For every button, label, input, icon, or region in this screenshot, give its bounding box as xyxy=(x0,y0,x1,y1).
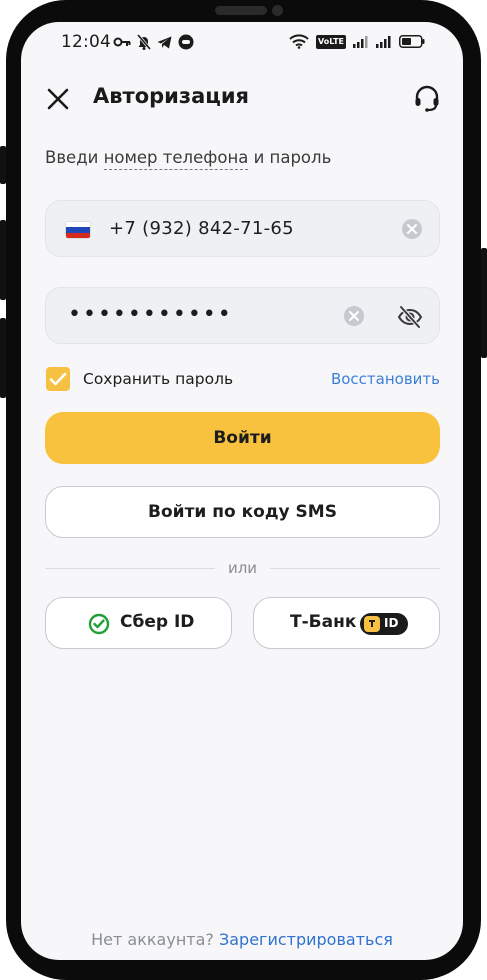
tbank-id-button[interactable]: Т-Банк ID xyxy=(253,597,440,649)
sber-id-label: Сбер ID xyxy=(120,612,195,632)
remember-checkbox[interactable] xyxy=(46,367,70,391)
password-input[interactable]: ••••••••••• xyxy=(45,287,440,344)
header-bar: Авторизация xyxy=(21,80,463,120)
key-icon xyxy=(113,37,131,47)
clear-phone-icon[interactable] xyxy=(402,219,422,239)
front-camera xyxy=(272,5,283,16)
instruction-suffix: и пароль xyxy=(248,148,332,167)
sber-logo-icon xyxy=(88,613,110,635)
status-time: 12:04 xyxy=(61,32,111,52)
eye-off-icon[interactable] xyxy=(397,304,423,330)
restore-password-link[interactable]: Восстановить xyxy=(331,370,440,388)
telegram-icon xyxy=(157,36,172,48)
or-divider: или xyxy=(45,558,440,578)
russia-flag-icon[interactable] xyxy=(66,222,90,238)
instruction-text: Введи номер телефона и пароль xyxy=(45,148,332,170)
tbank-label: Т-Банк xyxy=(290,612,357,632)
instruction-prefix: Введи xyxy=(45,148,104,167)
remember-row: Сохранить пароль Восстановить xyxy=(45,366,440,394)
headset-icon[interactable] xyxy=(413,84,441,114)
signal-icon xyxy=(353,36,368,48)
status-icons-right: VoLTE xyxy=(289,34,425,49)
signal-icon-2 xyxy=(376,36,391,48)
status-bar: 12:04 VoLTE xyxy=(21,22,463,64)
phone-hint-link[interactable]: номер телефона xyxy=(103,148,249,170)
no-account-text: Нет аккаунта? xyxy=(91,930,214,949)
volte-icon: VoLTE xyxy=(316,34,346,49)
side-button-left xyxy=(0,220,6,300)
page-title: Авторизация xyxy=(93,84,250,108)
side-button-left-2 xyxy=(0,318,6,398)
earpiece-speaker xyxy=(215,6,267,15)
close-icon[interactable] xyxy=(45,86,71,112)
bell-off-icon xyxy=(137,34,151,50)
clear-password-icon[interactable] xyxy=(344,306,364,326)
register-link[interactable]: Зарегистрироваться xyxy=(219,930,393,949)
tbank-id-badge: ID xyxy=(360,613,408,635)
chat-bubble-icon xyxy=(178,34,194,50)
sber-id-button[interactable]: Сбер ID xyxy=(45,597,232,649)
password-value[interactable]: ••••••••••• xyxy=(68,302,233,327)
remember-label[interactable]: Сохранить пароль xyxy=(83,370,233,388)
side-button-power xyxy=(481,248,487,358)
divider-text: или xyxy=(227,559,258,577)
phone-input[interactable]: +7 (932) 842-71-65 xyxy=(45,200,440,257)
register-prompt: Нет аккаунта? Зарегистрироваться xyxy=(21,930,463,949)
login-button[interactable]: Войти xyxy=(45,412,440,464)
app-screen: 12:04 VoLTE Авторизация Введи номер теле… xyxy=(21,22,463,960)
sms-login-button[interactable]: Войти по коду SMS xyxy=(45,486,440,538)
status-icons-left xyxy=(113,34,194,50)
tbank-id-text: ID xyxy=(384,616,399,630)
side-button-volume xyxy=(0,146,6,184)
tbank-shield-icon xyxy=(364,616,380,632)
wifi-icon xyxy=(289,34,309,49)
phone-value[interactable]: +7 (932) 842-71-65 xyxy=(109,218,294,239)
battery-icon xyxy=(399,35,425,48)
